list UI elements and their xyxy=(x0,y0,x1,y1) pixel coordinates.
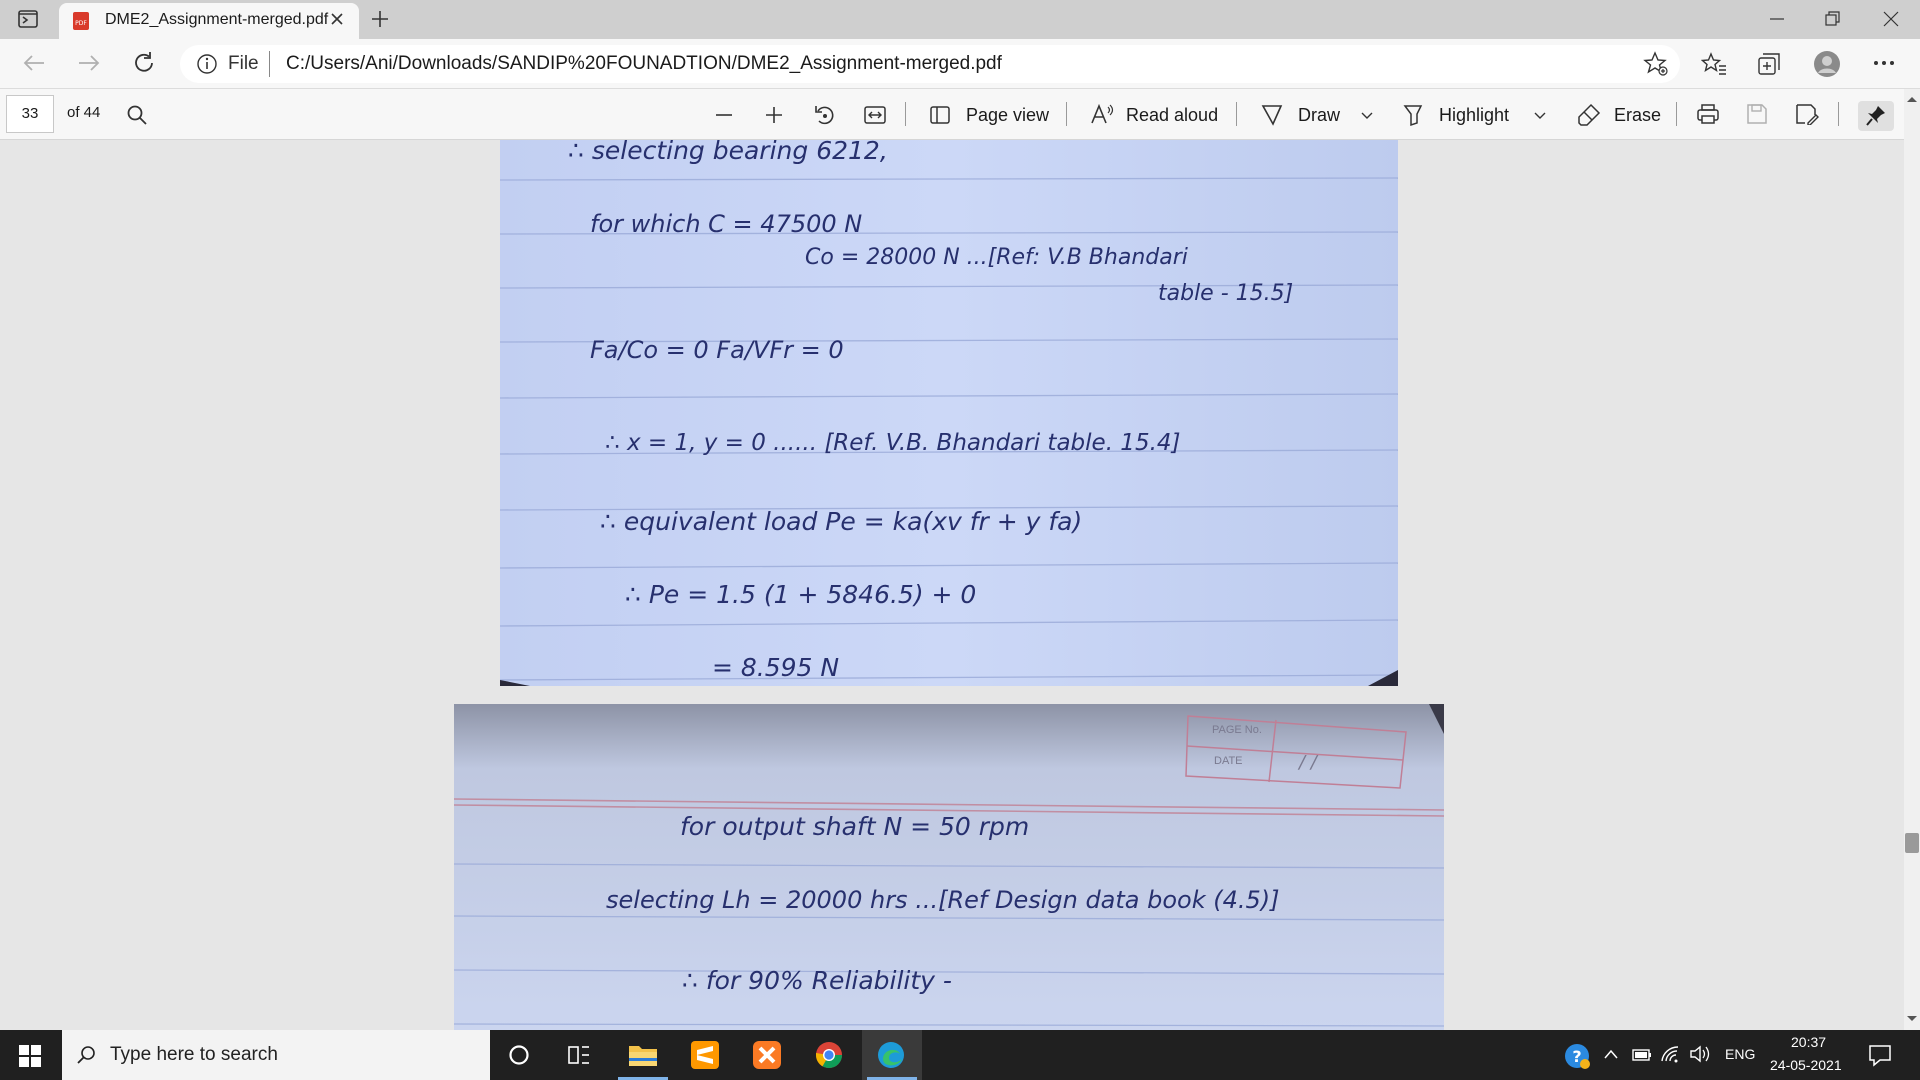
pdf-file-icon: PDF xyxy=(72,11,90,31)
clock-date[interactable]: 24-05-2021 xyxy=(1770,1057,1842,1073)
handwritten-line: = 8.595 N xyxy=(712,653,840,682)
show-hidden-icons-chevron[interactable] xyxy=(1603,1048,1619,1060)
handwritten-line: for which C = 47500 N xyxy=(590,210,863,238)
rotate-icon[interactable] xyxy=(813,103,837,127)
windows-start-icon[interactable] xyxy=(19,1045,41,1067)
notifications-icon[interactable] xyxy=(1868,1043,1892,1067)
tab-title: DME2_Assignment-merged.pdf xyxy=(105,11,329,28)
more-options-icon[interactable] xyxy=(1873,60,1895,66)
draw-icon[interactable] xyxy=(1261,103,1283,127)
zoom-in-icon[interactable] xyxy=(764,105,784,125)
search-icon xyxy=(76,1045,96,1065)
handwritten-line: ∴ for 90% Reliability - xyxy=(682,966,952,995)
close-tab-icon[interactable] xyxy=(329,11,345,27)
toolbar-divider xyxy=(1838,102,1839,126)
search-icon[interactable] xyxy=(126,104,148,126)
page-total: of 44 xyxy=(67,104,101,121)
cortana-icon[interactable] xyxy=(507,1043,531,1067)
date-value: / / xyxy=(1299,752,1317,773)
handwritten-line: ∴ Pe = 1.5 (1 + 5846.5) + 0 xyxy=(625,580,977,609)
zoom-out-icon[interactable] xyxy=(714,105,734,125)
url-text[interactable]: C:/Users/Ani/Downloads/SANDIP%20FOUNADTI… xyxy=(286,53,1002,75)
date-label: DATE xyxy=(1214,755,1243,767)
handwritten-line: table - 15.5] xyxy=(1158,281,1294,306)
handwritten-line: ∴ x = 1, y = 0 ...... [Ref. V.B. Bhandar… xyxy=(605,430,1181,456)
site-info-icon[interactable] xyxy=(196,53,218,75)
print-icon[interactable] xyxy=(1696,103,1720,125)
page-view-icon[interactable] xyxy=(929,104,951,126)
edge-icon[interactable] xyxy=(877,1041,905,1069)
handwritten-line: ∴ selecting bearing 6212, xyxy=(568,140,888,165)
volume-icon[interactable] xyxy=(1689,1045,1711,1063)
erase-button[interactable]: Erase xyxy=(1614,105,1661,126)
eraser-icon[interactable] xyxy=(1577,103,1601,127)
fit-to-width-icon[interactable] xyxy=(863,104,887,126)
highlight-icon[interactable] xyxy=(1402,103,1424,127)
highlight-options-chevron-icon[interactable] xyxy=(1533,111,1547,121)
draw-button[interactable]: Draw xyxy=(1298,105,1340,126)
pdf-page-33: ∴ selecting bearing 6212, for which C = … xyxy=(500,140,1398,686)
language-indicator[interactable]: ENG xyxy=(1725,1046,1755,1062)
toolbar-divider xyxy=(1676,102,1677,126)
address-divider xyxy=(269,51,270,77)
file-explorer-icon[interactable] xyxy=(628,1041,658,1069)
handwritten-line: Co = 28000 N ...[Ref: V.B Bhandari xyxy=(805,245,1188,270)
page-no-label: PAGE No. xyxy=(1212,724,1262,736)
profile-avatar-icon[interactable] xyxy=(1813,50,1841,78)
save-icon[interactable] xyxy=(1746,103,1768,125)
wifi-icon[interactable] xyxy=(1660,1045,1680,1063)
forward-icon[interactable] xyxy=(77,53,101,73)
search-placeholder: Type here to search xyxy=(110,1044,278,1065)
handwritten-line: Fa/Co = 0 Fa/VFr = 0 xyxy=(590,336,844,364)
scroll-up-icon[interactable] xyxy=(1905,94,1919,104)
sublime-text-icon[interactable] xyxy=(691,1041,719,1069)
help-icon[interactable]: ? xyxy=(1563,1042,1591,1070)
restore-window-icon[interactable] xyxy=(1824,10,1842,28)
toolbar-divider xyxy=(1066,102,1067,126)
xampp-icon[interactable] xyxy=(753,1041,781,1069)
tab-actions-icon[interactable] xyxy=(18,9,40,29)
highlight-button[interactable]: Highlight xyxy=(1439,105,1509,126)
page-view-button[interactable]: Page view xyxy=(966,105,1049,126)
page-number-input[interactable]: 33 xyxy=(6,95,54,133)
refresh-icon[interactable] xyxy=(132,51,156,75)
back-icon[interactable] xyxy=(22,53,46,73)
handwritten-line: selecting Lh = 20000 hrs ...[Ref Design … xyxy=(606,886,1280,914)
toolbar-divider xyxy=(905,102,906,126)
collections-icon[interactable] xyxy=(1757,52,1783,76)
pdf-page-34: PAGE No. DATE / / for output shaft N = 5… xyxy=(454,704,1444,1030)
add-favorite-icon[interactable] xyxy=(1643,51,1669,77)
battery-icon[interactable] xyxy=(1632,1048,1652,1062)
minimize-window-icon[interactable] xyxy=(1768,10,1786,28)
save-as-icon[interactable] xyxy=(1795,103,1819,125)
read-aloud-button[interactable]: Read aloud xyxy=(1126,105,1218,126)
pin-icon[interactable] xyxy=(1865,104,1887,128)
favorites-icon[interactable] xyxy=(1701,52,1727,76)
task-view-icon[interactable] xyxy=(567,1043,591,1067)
scroll-down-icon[interactable] xyxy=(1905,1014,1919,1024)
vertical-scrollbar[interactable] xyxy=(1904,89,1920,1030)
chrome-icon[interactable] xyxy=(815,1041,843,1069)
clock-time[interactable]: 20:37 xyxy=(1791,1034,1826,1050)
close-window-icon[interactable] xyxy=(1882,10,1900,28)
new-tab-icon[interactable] xyxy=(370,9,390,29)
read-aloud-icon[interactable] xyxy=(1090,103,1114,125)
scroll-thumb[interactable] xyxy=(1905,833,1919,853)
handwritten-line: ∴ equivalent load Pe = ka(xv fr + y fa) xyxy=(600,507,1083,536)
svg-text:PDF: PDF xyxy=(75,20,87,27)
address-prefix: File xyxy=(228,53,259,74)
draw-options-chevron-icon[interactable] xyxy=(1360,111,1374,121)
toolbar-divider xyxy=(1236,102,1237,126)
handwritten-line: for output shaft N = 50 rpm xyxy=(680,812,1030,841)
